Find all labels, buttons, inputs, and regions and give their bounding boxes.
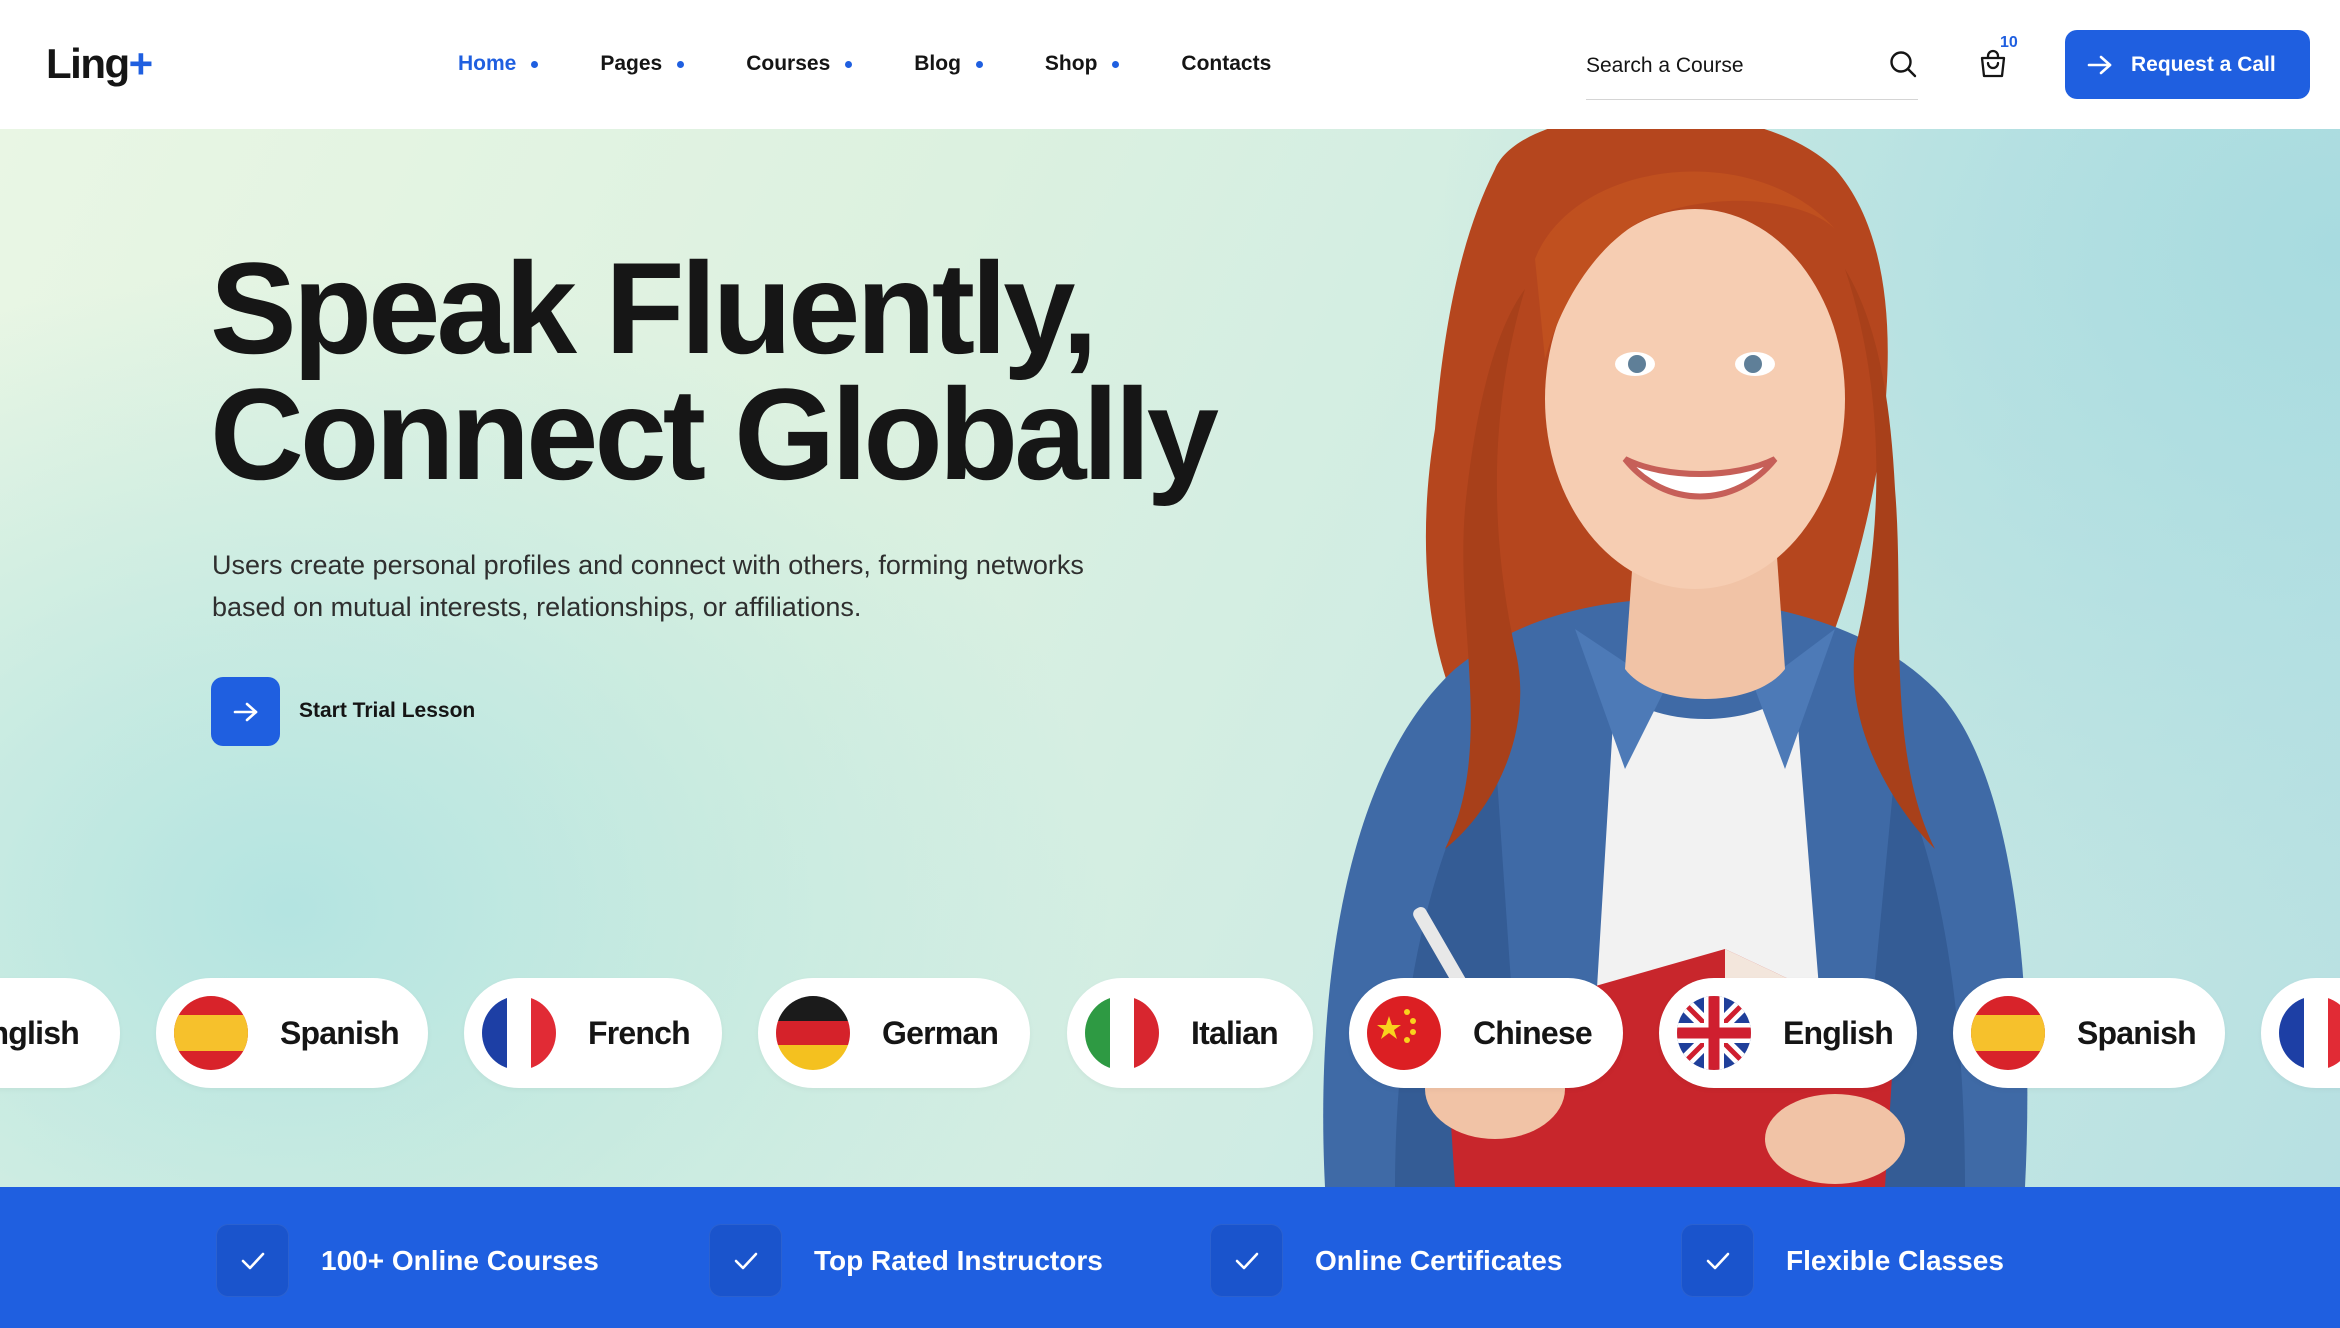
- language-label: Spanish: [280, 1014, 400, 1051]
- language-chip-french[interactable]: [2261, 978, 2340, 1088]
- dropdown-dot-icon: [677, 60, 685, 68]
- nav-item-pages[interactable]: Pages: [600, 52, 685, 76]
- dropdown-dot-icon: [975, 60, 983, 68]
- france-flag-icon: [2279, 996, 2340, 1070]
- nav-item-label: Courses: [746, 52, 831, 75]
- nav-item-contacts[interactable]: Contacts: [1181, 52, 1271, 76]
- arrow-right-icon: [233, 702, 257, 721]
- cart-icon[interactable]: [1977, 48, 2009, 80]
- search-box: [1586, 40, 1918, 100]
- language-chip-italian[interactable]: Italian: [1067, 978, 1313, 1088]
- check-badge: [1681, 1224, 1754, 1297]
- feature-online-courses: 100+ Online Courses: [216, 1224, 599, 1297]
- feature-label: Online Certificates: [1315, 1244, 1563, 1276]
- language-chip-english[interactable]: English: [1659, 978, 1917, 1088]
- nav-item-label: Blog: [914, 52, 961, 75]
- language-label: Spanish: [2077, 1014, 2197, 1051]
- headline-line-2: Connect Globally: [210, 361, 1219, 507]
- language-chip-english[interactable]: English: [0, 978, 120, 1088]
- feature-online-certificates: Online Certificates: [1210, 1224, 1562, 1297]
- check-icon: [1235, 1252, 1258, 1269]
- feature-label: Top Rated Instructors: [814, 1244, 1103, 1276]
- check-icon: [734, 1252, 757, 1269]
- dropdown-dot-icon: [531, 60, 539, 68]
- check-icon: [1706, 1252, 1729, 1269]
- feature-top-instructors: Top Rated Instructors: [709, 1224, 1103, 1297]
- site-header: Ling+ Home Pages Courses Blog Shop Conta…: [0, 0, 2340, 129]
- language-label: German: [882, 1014, 999, 1051]
- logo-text: Ling: [46, 40, 130, 87]
- language-chip-spanish[interactable]: Spanish: [156, 978, 428, 1088]
- hero-description: Users create personal profiles and conne…: [212, 550, 1084, 622]
- spain-flag-icon: [1971, 996, 2045, 1070]
- nav-item-label: Pages: [600, 52, 663, 75]
- nav-item-shop[interactable]: Shop: [1045, 52, 1120, 76]
- italy-flag-icon: [1085, 996, 1159, 1070]
- check-icon: [241, 1252, 264, 1269]
- start-trial-button[interactable]: [211, 677, 280, 746]
- logo[interactable]: Ling+: [46, 38, 154, 90]
- language-chip-german[interactable]: German: [758, 978, 1030, 1088]
- start-trial-link[interactable]: Start Trial Lesson: [299, 699, 475, 723]
- language-label: Chinese: [1473, 1014, 1593, 1051]
- request-call-button[interactable]: Request a Call: [2065, 30, 2310, 99]
- cart-count-badge: 10: [2000, 34, 2018, 51]
- check-badge: [216, 1224, 289, 1297]
- feature-label: Flexible Classes: [1786, 1244, 2004, 1276]
- dropdown-dot-icon: [1112, 60, 1120, 68]
- search-icon[interactable]: [1888, 49, 1918, 79]
- language-label: French: [588, 1014, 691, 1051]
- nav-item-courses[interactable]: Courses: [746, 52, 853, 76]
- logo-plus-mark: +: [128, 40, 154, 87]
- check-badge: [1210, 1224, 1283, 1297]
- nav-item-label: Contacts: [1181, 52, 1272, 75]
- spain-flag-icon: [174, 996, 248, 1070]
- nav-item-label: Home: [458, 52, 517, 75]
- language-chip-chinese[interactable]: Chinese: [1349, 978, 1623, 1088]
- france-flag-icon: [482, 996, 556, 1070]
- feature-label: 100+ Online Courses: [321, 1244, 599, 1276]
- language-chip-french[interactable]: French: [464, 978, 722, 1088]
- arrow-right-icon: [2087, 55, 2112, 74]
- nav-item-home[interactable]: Home: [458, 52, 539, 76]
- china-flag-icon: [1367, 996, 1441, 1070]
- headline-line-1: Speak Fluently,: [210, 235, 1098, 381]
- feature-flexible-classes: Flexible Classes: [1681, 1224, 2004, 1297]
- language-label: English: [0, 1014, 80, 1051]
- check-badge: [709, 1224, 782, 1297]
- search-input[interactable]: [1586, 44, 1866, 88]
- nav-item-blog[interactable]: Blog: [914, 52, 983, 76]
- language-label: English: [1783, 1014, 1894, 1051]
- hero-section: Speak Fluently, Connect Globally Users c…: [0, 129, 2340, 1187]
- nav-item-label: Shop: [1044, 52, 1098, 75]
- features-bar: 100+ Online Courses Top Rated Instructor…: [0, 1187, 2340, 1328]
- germany-flag-icon: [776, 996, 850, 1070]
- language-label: Italian: [1191, 1014, 1279, 1051]
- dropdown-dot-icon: [845, 60, 853, 68]
- hero-headline: Speak Fluently, Connect Globally: [210, 235, 1219, 507]
- main-nav: Home Pages Courses Blog Shop Contacts: [458, 44, 1333, 84]
- uk-flag-icon: [1677, 996, 1751, 1070]
- language-chip-spanish[interactable]: Spanish: [1953, 978, 2225, 1088]
- request-call-label: Request a Call: [2131, 52, 2276, 76]
